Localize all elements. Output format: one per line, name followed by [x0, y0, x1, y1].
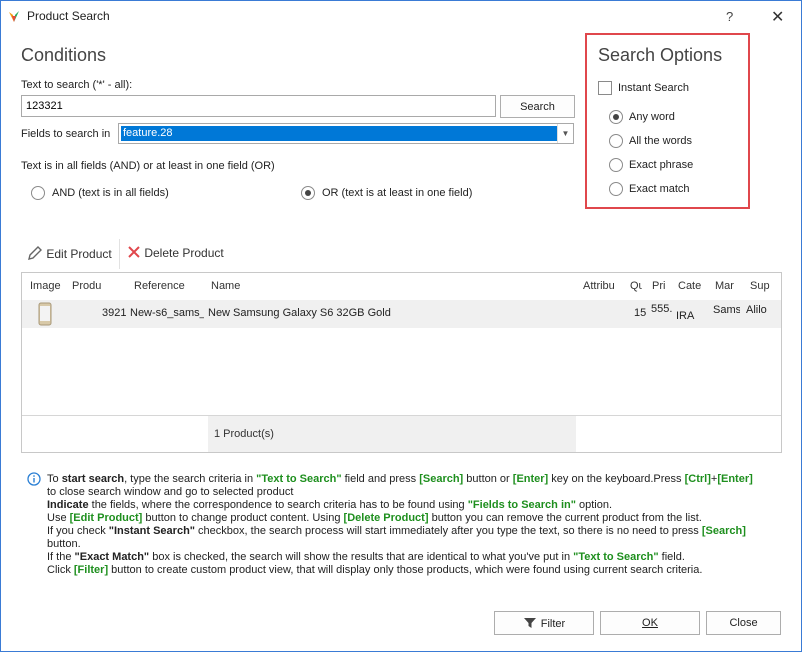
delete-x-icon: [128, 246, 140, 258]
window-close-button[interactable]: ✕: [771, 7, 784, 27]
chevron-down-icon[interactable]: ▼: [557, 124, 573, 143]
cell-quantity: 15: [634, 307, 647, 319]
filter-label: Filter: [540, 617, 566, 630]
info-icon: [27, 472, 41, 486]
column-header-name[interactable]: Name: [211, 280, 271, 292]
delete-product-label: Delete Product: [144, 246, 224, 260]
or-radio[interactable]: [301, 186, 315, 200]
help-line-5: If you check "Instant Search" checkbox, …: [47, 525, 746, 537]
exact-match-label: Exact match: [629, 183, 690, 195]
pencil-icon: [28, 246, 42, 260]
or-radio-label: OR (text is at least in one field): [322, 187, 473, 199]
product-search-window: Product Search ? ✕ Conditions Text to se…: [0, 0, 802, 652]
all-words-radio[interactable]: [609, 134, 623, 148]
grid-footer: 1 Product(s): [208, 416, 576, 452]
help-line-8: Click [Filter] button to create custom p…: [47, 564, 703, 576]
edit-product-label: Edit Product: [46, 247, 112, 261]
help-line-1: To start search, type the search criteri…: [47, 473, 753, 485]
any-word-label: Any word: [629, 111, 675, 123]
exact-phrase-radio[interactable]: [609, 158, 623, 172]
app-logo-icon: [9, 11, 19, 22]
exact-phrase-label: Exact phrase: [629, 159, 694, 171]
column-header-quantity[interactable]: Qu: [630, 280, 642, 292]
cell-reference: New-s6_sams_: [130, 307, 204, 319]
filter-icon: [523, 617, 536, 628]
fields-to-search-select[interactable]: feature.28 ▼: [118, 123, 574, 144]
text-to-search-input[interactable]: [21, 95, 496, 117]
all-words-label: All the words: [629, 135, 692, 147]
cell-product: 3921: [102, 307, 127, 319]
and-radio-label: AND (text is in all fields): [52, 187, 169, 199]
cell-manufacturer: Sams: [713, 304, 740, 316]
products-grid[interactable]: Image Produ Reference Name Attribu Qu Pr…: [21, 272, 782, 453]
instant-search-checkbox[interactable]: [598, 81, 612, 95]
help-line-4: Use [Edit Product] button to change prod…: [47, 512, 702, 524]
help-text: To start search, type the search criteri…: [47, 473, 787, 577]
column-header-image[interactable]: Image: [30, 280, 68, 292]
help-button[interactable]: ?: [726, 9, 733, 24]
delete-product-button[interactable]: Delete Product: [127, 245, 224, 260]
help-line-3: Indicate the fields, where the correspon…: [47, 499, 613, 511]
toolbar-divider: [119, 239, 120, 269]
any-word-radio[interactable]: [609, 110, 623, 124]
help-line-7: If the "Exact Match" box is checked, the…: [47, 551, 685, 563]
grid-header: Image Produ Reference Name Attribu Qu Pr…: [22, 273, 781, 299]
phone-thumbnail-icon: [38, 302, 52, 326]
cell-price: 555.: [651, 303, 673, 315]
fields-select-value: feature.28: [121, 126, 557, 141]
fields-to-search-label: Fields to search in: [21, 128, 111, 140]
logic-label: Text is in all fields (AND) or at least …: [21, 160, 275, 172]
conditions-heading: Conditions: [21, 45, 107, 65]
instant-search-label: Instant Search: [618, 82, 689, 94]
column-header-supplier[interactable]: Sup: [750, 280, 774, 292]
exact-match-radio[interactable]: [609, 182, 623, 196]
cell-category: IRA: [676, 310, 695, 322]
and-radio[interactable]: [31, 186, 45, 200]
search-button[interactable]: Search: [500, 95, 575, 118]
cell-name: New Samsung Galaxy S6 32GB Gold: [208, 307, 391, 319]
table-row[interactable]: 3921 New-s6_sams_ New Samsung Galaxy S6 …: [22, 300, 781, 328]
cell-supplier: Alilo: [746, 304, 767, 316]
filter-button[interactable]: Filter: [494, 611, 594, 635]
title-bar: Product Search ? ✕: [1, 1, 801, 31]
help-line-2: to close search window and go to selecte…: [47, 486, 294, 498]
column-header-price[interactable]: Pri: [652, 280, 670, 292]
column-header-product[interactable]: Produ: [72, 280, 104, 292]
text-to-search-label: Text to search ('*' - all):: [21, 79, 133, 91]
product-count: 1 Product(s): [214, 428, 274, 440]
edit-product-button[interactable]: Edit Product: [27, 245, 112, 261]
search-options-heading: Search Options: [598, 45, 723, 65]
column-header-category[interactable]: Cate: [678, 280, 704, 292]
help-line-6: button.: [47, 538, 81, 550]
column-header-manufacturer[interactable]: Mar: [715, 280, 739, 292]
window-title: Product Search: [27, 9, 110, 23]
column-header-reference[interactable]: Reference: [134, 280, 204, 292]
ok-button[interactable]: OK: [600, 611, 700, 635]
close-button[interactable]: Close: [706, 611, 781, 635]
column-header-attribute[interactable]: Attribu: [583, 280, 619, 292]
